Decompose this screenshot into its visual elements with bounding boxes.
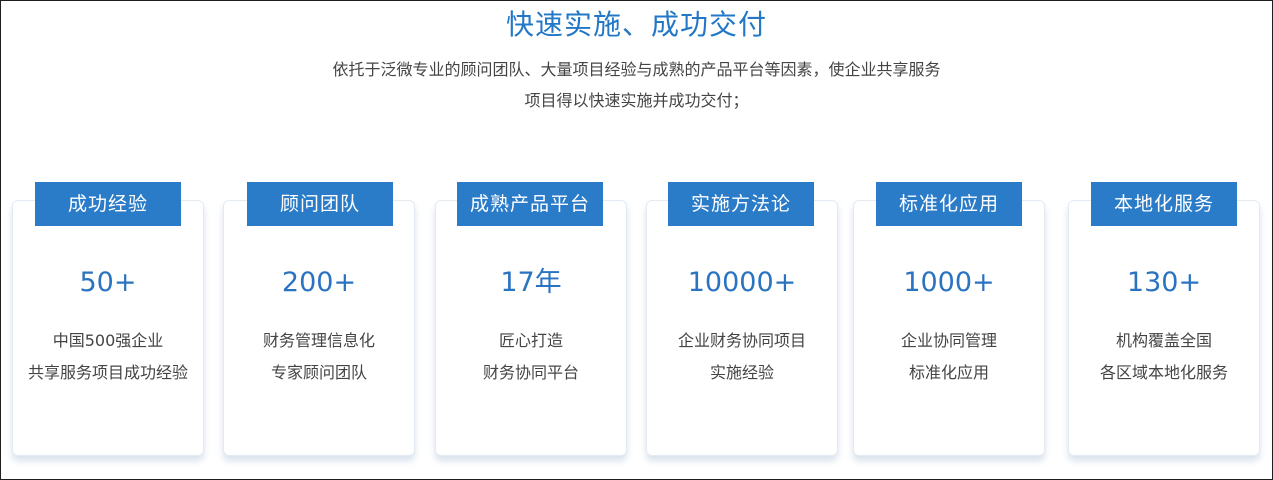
card-tag-methodology: 实施方法论 — [668, 182, 814, 226]
card-stat-local-service: 130+ — [1126, 267, 1202, 298]
card-desc-line2-standard-application: 标准化应用 — [908, 363, 989, 382]
card-stat-consultant-team: 200+ — [281, 267, 357, 298]
card-tag-standard-application: 标准化应用 — [876, 182, 1022, 226]
section-subtitle-line1: 依托于泛微专业的顾问团队、大量项目经验与成熟的产品平台等因素，使企业共享服务 — [332, 60, 941, 79]
card-desc-line2-local-service: 各区域本地化服务 — [1099, 363, 1228, 382]
card-tag-local-service: 本地化服务 — [1091, 182, 1237, 226]
card-desc-line1-consultant-team: 财务管理信息化 — [262, 331, 375, 350]
card-desc-line1-local-service: 机构覆盖全国 — [1115, 331, 1212, 350]
card-desc-line2-consultant-team: 专家顾问团队 — [270, 363, 367, 382]
card-desc-line1-standard-application: 企业协同管理 — [900, 331, 997, 350]
card-desc-line1-methodology: 企业财务协同项目 — [677, 331, 806, 350]
card-desc-line1-mature-platform: 匠心打造 — [498, 331, 563, 350]
card-success-experience — [12, 200, 204, 456]
card-desc-line2-methodology: 实施经验 — [709, 363, 774, 382]
card-local-service — [1068, 200, 1260, 456]
card-desc-line1-success-experience: 中国500强企业 — [52, 331, 164, 350]
section-title: 快速实施、成功交付 — [505, 8, 767, 41]
card-tag-consultant-team: 顾问团队 — [247, 182, 393, 226]
card-consultant-team — [223, 200, 415, 456]
section-subtitle-line2: 项目得以快速实施并成功交付； — [524, 91, 749, 110]
card-standard-application — [853, 200, 1045, 456]
card-methodology — [646, 200, 838, 456]
card-desc-line2-success-experience: 共享服务项目成功经验 — [27, 363, 188, 382]
card-mature-platform — [435, 200, 627, 456]
card-stat-success-experience: 50+ — [79, 267, 137, 298]
card-stat-mature-platform: 17年 — [500, 267, 562, 298]
card-stat-standard-application: 1000+ — [903, 267, 995, 298]
card-stat-methodology: 10000+ — [687, 267, 797, 298]
card-tag-success-experience: 成功经验 — [35, 182, 181, 226]
page-frame: 快速实施、成功交付 依托于泛微专业的顾问团队、大量项目经验与成熟的产品平台等因素… — [0, 0, 1273, 480]
card-tag-mature-platform: 成熟产品平台 — [457, 182, 603, 226]
card-desc-line2-mature-platform: 财务协同平台 — [482, 363, 579, 382]
